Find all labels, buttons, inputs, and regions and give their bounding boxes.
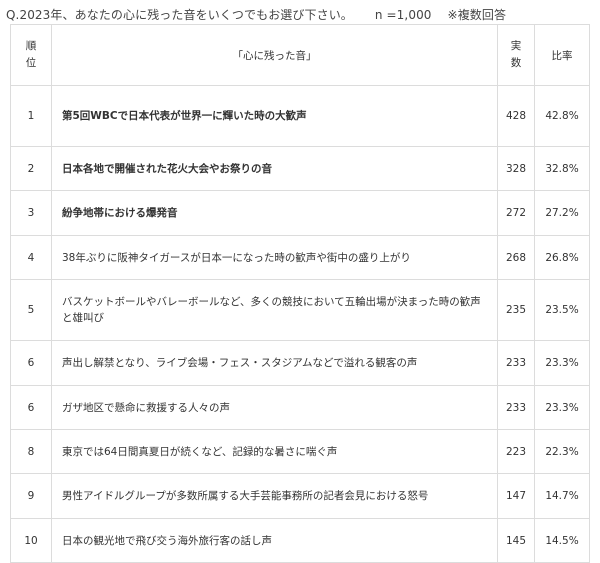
count-cell: 272 [497,190,535,236]
rank-cell: 10 [10,518,52,563]
ratio-cell: 32.8% [534,146,590,191]
table-row: 5 バスケットボールやバレーボールなど、多くの競技において五輪出場が決まった時の… [10,279,590,341]
table-row: 4 38年ぶりに阪神タイガースが日本一になった時の歓声や街中の盛り上がり 268… [10,235,590,280]
question-text: Q.2023年、あなたの心に残った音をいくつでもお選び下さい。 [6,8,353,22]
rank-cell: 4 [10,235,52,280]
header-count: 実 数 [497,24,535,86]
sound-cell: 第5回WBCで日本代表が世界一に輝いた時の大歓声 [51,85,498,147]
header-sound: 「心に残った音」 [51,24,498,86]
count-cell: 328 [497,146,535,191]
sound-cell: 日本の観光地で飛び交う海外旅行客の話し声 [51,518,498,563]
rank-cell: 6 [10,385,52,430]
table-row: 6 声出し解禁となり、ライブ会場・フェス・スタジアムなどで溢れる観客の声 233… [10,340,590,386]
ratio-cell: 22.3% [534,429,590,474]
count-cell: 235 [497,279,535,341]
rank-cell: 3 [10,190,52,236]
header-ratio: 比率 [534,24,590,86]
rank-cell: 9 [10,473,52,519]
ratio-cell: 23.5% [534,279,590,341]
header-count-line-2: 数 [510,57,522,69]
sound-cell: 38年ぶりに阪神タイガースが日本一になった時の歓声や街中の盛り上がり [51,235,498,280]
ratio-cell: 23.3% [534,385,590,430]
count-cell: 428 [497,85,535,147]
table-row: 1 第5回WBCで日本代表が世界一に輝いた時の大歓声 428 42.8% [10,85,590,147]
table-header-row: 順 位 「心に残った音」 実 数 比率 [10,24,590,86]
multiple-answer-note: ※複数回答 [447,8,507,22]
table-row: 9 男性アイドルグループが多数所属する大手芸能事務所の記者会見における怒号 14… [10,473,590,519]
header-rank-line-1: 順 [25,40,37,52]
count-cell: 147 [497,473,535,519]
table-row: 3 紛争地帯における爆発音 272 27.2% [10,190,590,236]
header-rank-line-2: 位 [25,57,37,69]
sound-cell: 声出し解禁となり、ライブ会場・フェス・スタジアムなどで溢れる観客の声 [51,340,498,386]
count-cell: 233 [497,340,535,386]
count-cell: 233 [497,385,535,430]
sound-cell: 男性アイドルグループが多数所属する大手芸能事務所の記者会見における怒号 [51,473,498,519]
sound-cell: 日本各地で開催された花火大会やお祭りの音 [51,146,498,191]
rank-cell: 2 [10,146,52,191]
count-cell: 223 [497,429,535,474]
ratio-cell: 27.2% [534,190,590,236]
rank-cell: 8 [10,429,52,474]
ratio-cell: 42.8% [534,85,590,147]
sound-cell: ガザ地区で懸命に救援する人々の声 [51,385,498,430]
table-row: 2 日本各地で開催された花火大会やお祭りの音 328 32.8% [10,146,590,191]
table-row: 6 ガザ地区で懸命に救援する人々の声 233 23.3% [10,385,590,430]
ratio-cell: 26.8% [534,235,590,280]
rank-cell: 5 [10,279,52,341]
sound-cell: 紛争地帯における爆発音 [51,190,498,236]
survey-results-table: 順 位 「心に残った音」 実 数 比率 1 第5回WBCで日本代表が世界一に輝い… [10,24,590,563]
sound-cell: 東京では64日間真夏日が続くなど、記録的な暑さに喘ぐ声 [51,429,498,474]
rank-cell: 1 [10,85,52,147]
count-cell: 268 [497,235,535,280]
header-count-line-1: 実 [510,40,522,52]
table-row: 8 東京では64日間真夏日が続くなど、記録的な暑さに喘ぐ声 223 22.3% [10,429,590,474]
sound-cell: バスケットボールやバレーボールなど、多くの競技において五輪出場が決まった時の歓声… [51,279,498,341]
rank-cell: 6 [10,340,52,386]
ratio-cell: 14.5% [534,518,590,563]
count-cell: 145 [497,518,535,563]
table-row: 10 日本の観光地で飛び交う海外旅行客の話し声 145 14.5% [10,518,590,563]
ratio-cell: 23.3% [534,340,590,386]
question-line: Q.2023年、あなたの心に残った音をいくつでもお選び下さい。 n =1,000 ※… [6,6,506,23]
header-rank: 順 位 [10,24,52,86]
ratio-cell: 14.7% [534,473,590,519]
sample-size: n =1,000 [374,8,432,22]
